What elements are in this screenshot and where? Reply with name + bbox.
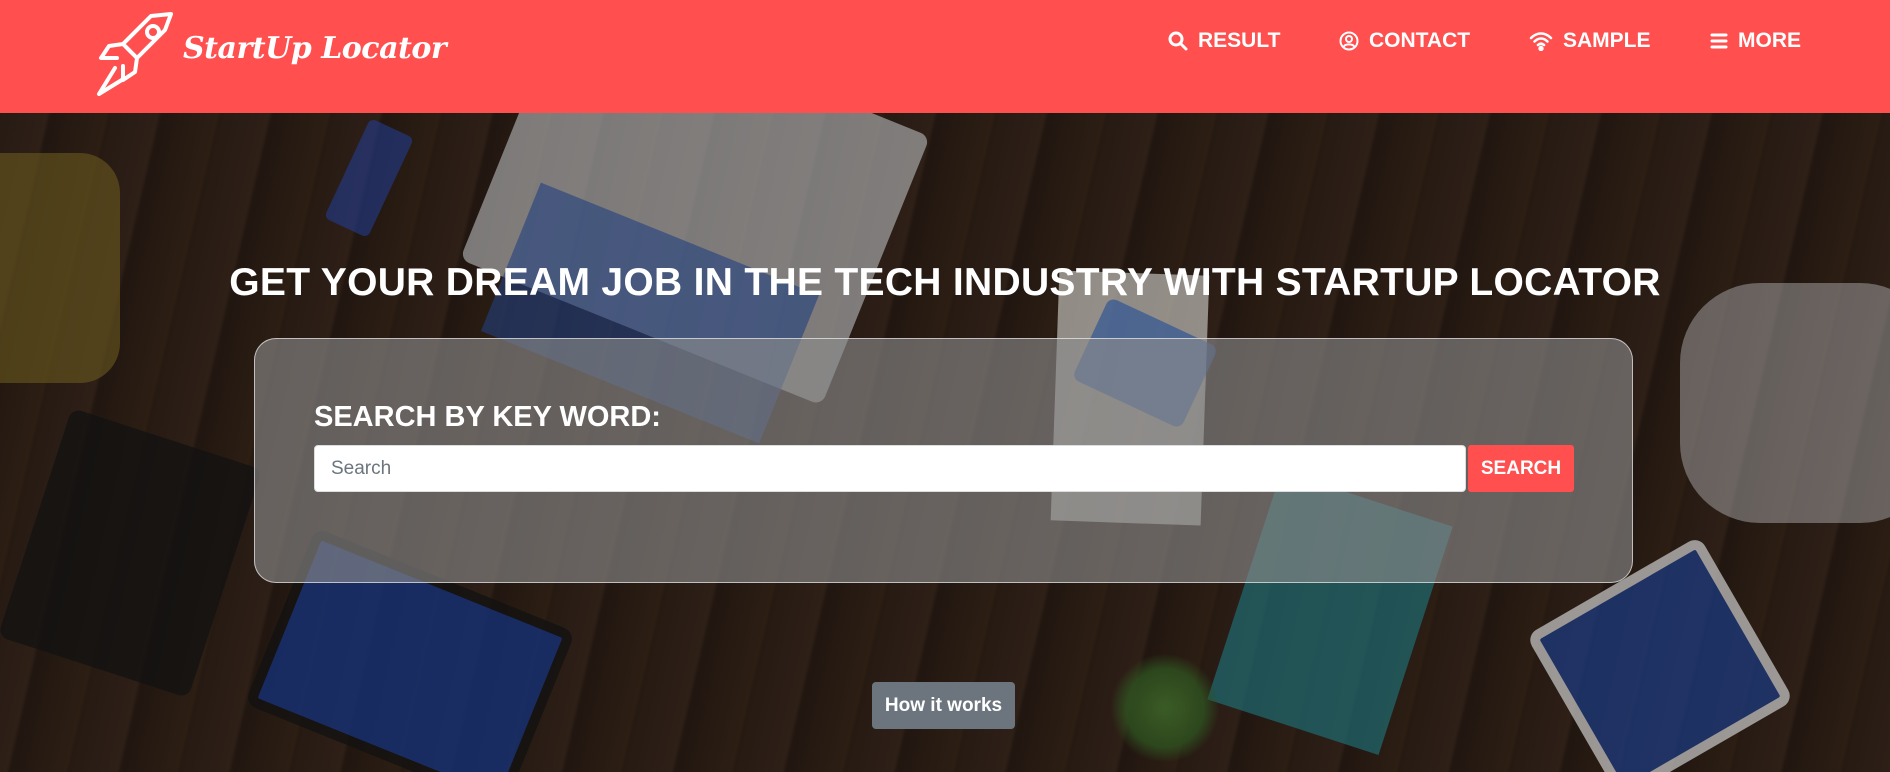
nav-more-link[interactable]: MORE <box>1710 29 1801 53</box>
hero-section: GET YOUR DREAM JOB IN THE TECH INDUSTRY … <box>0 113 1890 772</box>
how-it-works-button[interactable]: How it works <box>872 682 1015 729</box>
nav-result-label: RESULT <box>1198 29 1281 52</box>
plant-image <box>1110 653 1220 763</box>
nav-contact-link[interactable]: CONTACT <box>1339 29 1470 53</box>
nav-more-label: MORE <box>1738 29 1801 52</box>
search-button[interactable]: SEARCH <box>1468 445 1574 492</box>
person-right-image <box>1680 283 1890 523</box>
nav-result-link[interactable]: RESULT <box>1168 29 1280 53</box>
top-navbar: StartUp Locator RESULT CONTACT SAMPLE MO… <box>0 0 1890 113</box>
search-panel: SEARCH BY KEY WORD: SEARCH <box>254 338 1633 583</box>
hero-title: GET YOUR DREAM JOB IN THE TECH INDUSTRY … <box>229 261 1661 304</box>
search-icon <box>1168 31 1188 51</box>
nav-sample-label: SAMPLE <box>1563 29 1651 52</box>
dark-tablet-image <box>0 407 263 699</box>
search-input[interactable] <box>314 445 1466 492</box>
nav-sample-link[interactable]: SAMPLE <box>1529 29 1651 53</box>
menu-icon <box>1710 33 1728 49</box>
search-label: SEARCH BY KEY WORD: <box>314 401 661 433</box>
main-nav: RESULT CONTACT SAMPLE MORE <box>0 29 1890 57</box>
user-circle-icon <box>1339 31 1359 51</box>
phone-image <box>324 118 414 238</box>
wifi-icon <box>1529 32 1553 51</box>
nav-contact-label: CONTACT <box>1369 29 1471 52</box>
